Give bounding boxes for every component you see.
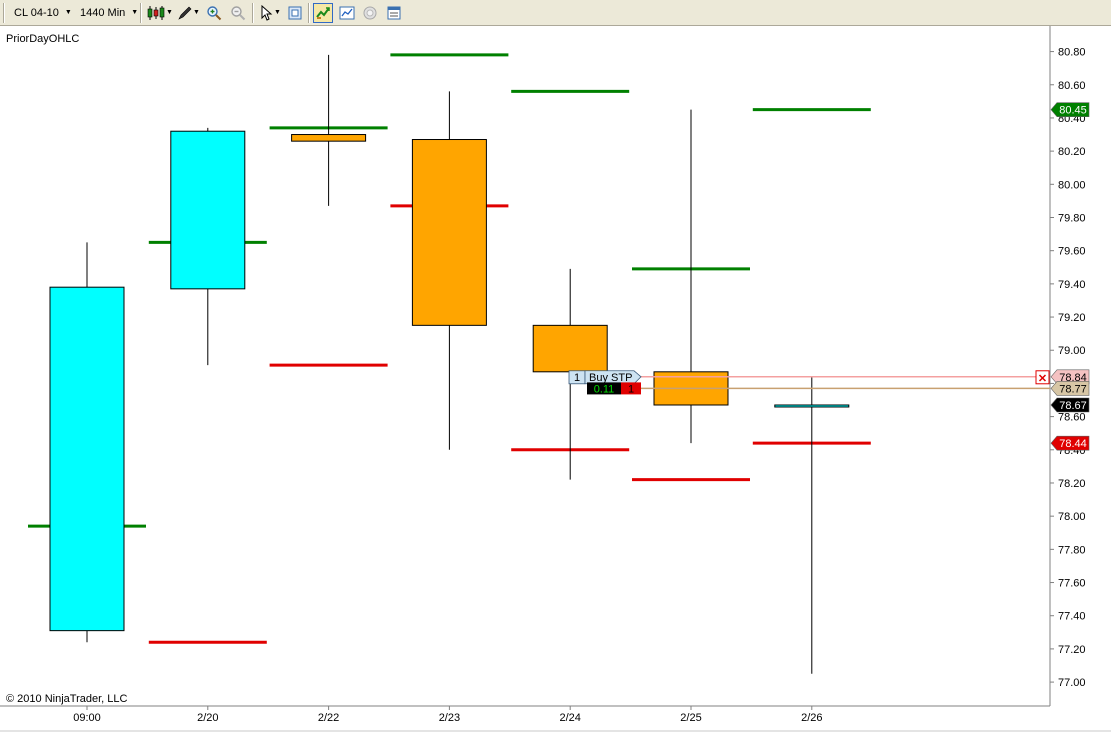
candle-body (49, 286, 125, 632)
toolbar-separator (252, 3, 254, 23)
candle-body (774, 404, 850, 408)
toolbar-separator (140, 3, 142, 23)
chevron-down-icon: ▼ (64, 9, 72, 16)
candle-body (170, 130, 246, 290)
chevron-down-icon[interactable]: ▼ (193, 9, 200, 16)
time-tick-label: 2/23 (439, 712, 460, 724)
time-tick-label: 09:00 (73, 712, 101, 724)
drawing-tools-button[interactable] (175, 3, 195, 23)
toolbar-separator (308, 3, 310, 23)
data-box-button[interactable] (285, 3, 305, 23)
zoom-out-icon (231, 6, 246, 21)
price-marker-label: 80.45 (1059, 105, 1087, 117)
price-marker-label: 78.67 (1059, 400, 1087, 412)
instrument-link-button[interactable] (313, 3, 333, 23)
price-tick-label: 78.60 (1058, 412, 1086, 424)
position-tag: 0.11 1 (587, 382, 641, 395)
price-tick-label: 79.60 (1058, 246, 1086, 258)
time-tick-label: 2/26 (801, 712, 822, 724)
time-tick-label: 2/22 (318, 712, 339, 724)
price-tick-label: 80.20 (1058, 146, 1086, 158)
pnl-value: 0.11 (594, 383, 615, 395)
order-tag[interactable]: 1 Buy STP (568, 370, 642, 385)
cursor-icon (261, 5, 273, 21)
price-tick-label: 79.40 (1058, 279, 1086, 291)
candle-body (291, 134, 367, 142)
price-tick-label: 80.80 (1058, 47, 1086, 59)
chart-style-icon (339, 6, 355, 20)
instrument-selector[interactable]: CL 04-10 ▼ (14, 3, 72, 22)
strategies-icon (363, 6, 377, 20)
data-box-icon (288, 6, 302, 20)
candlestick-style-button[interactable] (146, 3, 166, 23)
candle-body (411, 139, 487, 326)
chart-toolbar: CL 04-10 ▼ 1440 Min ▼ ▼ ▼ ▼ (0, 0, 1111, 26)
chart-background (0, 26, 1111, 732)
price-tick-label: 78.20 (1058, 478, 1086, 490)
price-tick-label: 80.00 (1058, 179, 1086, 191)
candle-body (532, 324, 608, 373)
properties-icon (387, 6, 401, 20)
zoom-in-button[interactable] (204, 3, 224, 23)
price-tick-label: 79.00 (1058, 345, 1086, 357)
price-chart[interactable]: 80.8080.6080.4080.2080.0079.8079.6079.40… (0, 26, 1111, 732)
cursor-button[interactable] (256, 3, 276, 23)
price-tick-label: 77.40 (1058, 611, 1086, 623)
instrument-link-icon (316, 7, 330, 19)
close-icon: ✕ (1038, 373, 1047, 385)
properties-button[interactable] (384, 3, 404, 23)
indicator-label: PriorDayOHLC (6, 33, 79, 45)
order-quantity: 1 (574, 372, 580, 384)
drawing-pen-icon (178, 6, 192, 20)
price-tick-label: 77.00 (1058, 677, 1086, 689)
candlestick-icon (147, 6, 165, 20)
chevron-down-icon[interactable]: ▼ (166, 9, 173, 16)
copyright-text: © 2010 NinjaTrader, LLC (6, 693, 127, 705)
price-tick-label: 77.20 (1058, 644, 1086, 656)
price-tick-label: 77.80 (1058, 544, 1086, 556)
price-tick-label: 79.20 (1058, 312, 1086, 324)
toolbar-grip (3, 3, 5, 23)
zoom-in-icon (207, 6, 222, 21)
price-marker-label: 78.44 (1059, 438, 1087, 450)
chart-style-button[interactable] (337, 3, 357, 23)
position-qty: 1 (628, 383, 634, 395)
close-order-button[interactable]: ✕ (1035, 370, 1050, 385)
strategies-button[interactable] (360, 3, 380, 23)
time-tick-label: 2/20 (197, 712, 218, 724)
price-tick-label: 80.60 (1058, 80, 1086, 92)
time-tick-label: 2/25 (680, 712, 701, 724)
price-marker-label: 78.77 (1059, 383, 1087, 395)
chevron-down-icon[interactable]: ▼ (274, 9, 281, 16)
price-tick-label: 77.60 (1058, 578, 1086, 590)
order-type: Buy STP (589, 372, 632, 384)
price-tick-label: 78.00 (1058, 511, 1086, 523)
chevron-down-icon: ▼ (131, 9, 139, 16)
price-tick-label: 79.80 (1058, 212, 1086, 224)
interval-selector[interactable]: 1440 Min ▼ (80, 3, 138, 22)
time-tick-label: 2/24 (559, 712, 580, 724)
instrument-label: CL 04-10 (14, 6, 59, 19)
interval-label: 1440 Min (80, 6, 126, 19)
zoom-out-button[interactable] (228, 3, 248, 23)
